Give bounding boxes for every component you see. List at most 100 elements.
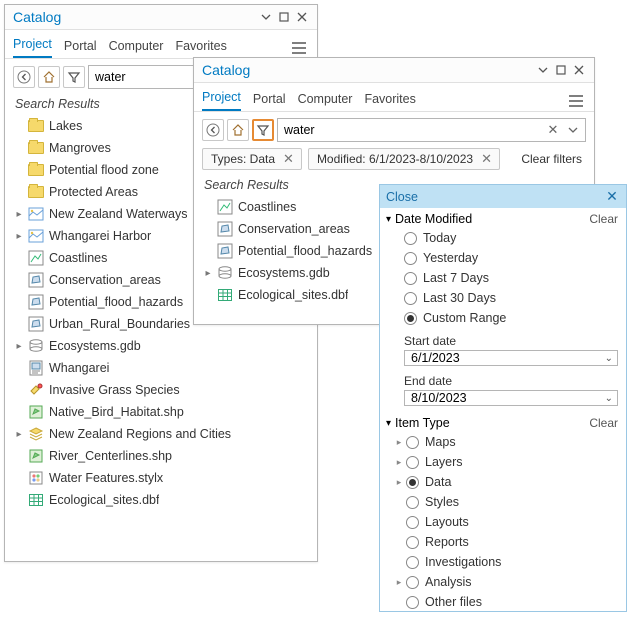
hamburger-icon[interactable] xyxy=(291,41,309,58)
toolbar: ✕ xyxy=(194,112,594,148)
item-label: Potential_flood_hazards xyxy=(49,295,183,309)
item-type-section[interactable]: ▾ Item Type Clear xyxy=(380,412,626,432)
result-item[interactable]: Water Features.stylx xyxy=(9,467,313,489)
back-button[interactable] xyxy=(13,66,35,88)
item-label: Whangarei xyxy=(49,361,109,375)
close-icon[interactable] xyxy=(570,61,588,79)
tab-portal[interactable]: Portal xyxy=(253,89,286,111)
section-title: Item Type xyxy=(395,416,450,430)
type-option[interactable]: Investigations xyxy=(380,552,626,572)
close-icon[interactable] xyxy=(293,8,311,26)
expand-icon[interactable]: ▸ xyxy=(13,209,25,220)
tab-project[interactable]: Project xyxy=(13,34,52,58)
date-option[interactable]: Last 7 Days xyxy=(380,268,626,288)
date-option[interactable]: Custom Range xyxy=(380,308,626,328)
home-button[interactable] xyxy=(227,119,249,141)
type-option[interactable]: Layouts xyxy=(380,512,626,532)
filter-button[interactable] xyxy=(63,66,85,88)
option-label: Investigations xyxy=(425,555,501,569)
popup-close-icon[interactable]: ✕ xyxy=(604,188,620,205)
item-label: Ecological_sites.dbf xyxy=(238,288,348,302)
result-item[interactable]: ▸Ecosystems.gdb xyxy=(9,335,313,357)
caret-down-icon: ▾ xyxy=(386,214,391,225)
result-item[interactable]: Whangarei xyxy=(9,357,313,379)
item-label: Ecosystems.gdb xyxy=(238,266,330,280)
maximize-icon[interactable] xyxy=(552,61,570,79)
search-input-container: ✕ xyxy=(277,118,586,142)
date-modified-section[interactable]: ▾ Date Modified Clear xyxy=(380,208,626,228)
result-item[interactable]: Native_Bird_Habitat.shp xyxy=(9,401,313,423)
clear-search-icon[interactable]: ✕ xyxy=(543,120,563,140)
clear-date-button[interactable]: Clear xyxy=(589,212,618,226)
filter-chip-types[interactable]: Types: Data ✕ xyxy=(202,148,302,170)
clear-filters-button[interactable]: Clear filters xyxy=(517,150,586,168)
type-option[interactable]: Styles xyxy=(380,492,626,512)
expand-icon[interactable]: ▸ xyxy=(394,437,404,448)
result-item[interactable]: Ecological_sites.dbf xyxy=(9,489,313,511)
radio-icon xyxy=(404,312,417,325)
type-options: ▸ Maps ▸Layers▸Data Styles LayoutsReports Inv… xyxy=(380,432,626,612)
type-option[interactable]: ▸Data xyxy=(380,472,626,492)
end-date-value: 8/10/2023 xyxy=(411,391,605,405)
layout-icon xyxy=(27,359,45,377)
home-button[interactable] xyxy=(38,66,60,88)
chip-remove-icon[interactable]: ✕ xyxy=(280,151,297,167)
filter-chip-row: Types: Data ✕ Modified: 6/1/2023‑8/10/202… xyxy=(194,148,594,176)
date-option[interactable]: Yesterday xyxy=(380,248,626,268)
option-label: Maps xyxy=(425,435,456,449)
item-label: Water Features.stylx xyxy=(49,471,163,485)
expand-icon[interactable]: ▸ xyxy=(13,429,25,440)
poly-fc-icon xyxy=(27,315,45,333)
expand-icon[interactable]: ▸ xyxy=(394,577,404,588)
search-input[interactable] xyxy=(284,123,543,137)
section-title: Date Modified xyxy=(395,212,472,226)
expand-icon[interactable]: ▸ xyxy=(394,477,404,488)
expand-icon[interactable]: ▸ xyxy=(13,231,25,242)
type-option[interactable]: ▸Layers xyxy=(380,452,626,472)
expand-icon[interactable]: ▸ xyxy=(13,341,25,352)
start-date-combo[interactable]: 6/1/2023 ⌄ xyxy=(404,350,618,366)
result-item[interactable]: Invasive Grass Species xyxy=(9,379,313,401)
result-item[interactable]: River_Centerlines.shp xyxy=(9,445,313,467)
chip-remove-icon[interactable]: ✕ xyxy=(478,151,495,167)
table-icon xyxy=(216,286,234,304)
dropdown-icon[interactable] xyxy=(257,8,275,26)
poly-fc-icon xyxy=(216,242,234,260)
pane-titlebar: Catalog xyxy=(194,58,594,83)
search-dropdown-icon[interactable] xyxy=(563,120,583,140)
radio-icon xyxy=(406,516,419,529)
tab-favorites[interactable]: Favorites xyxy=(364,89,415,111)
item-label: Potential flood zone xyxy=(49,163,159,177)
type-option[interactable]: ▸Analysis xyxy=(380,572,626,592)
date-option[interactable]: Today xyxy=(380,228,626,248)
radio-icon xyxy=(406,496,419,509)
type-option[interactable]: ▸ Maps xyxy=(380,432,626,452)
item-label: New Zealand Waterways xyxy=(49,207,187,221)
filter-button-active[interactable] xyxy=(252,119,274,141)
layers-icon xyxy=(27,425,45,443)
dropdown-icon: ⌄ xyxy=(605,353,613,364)
back-button[interactable] xyxy=(202,119,224,141)
type-option[interactable]: Other files xyxy=(380,592,626,612)
date-option[interactable]: Last 30 Days xyxy=(380,288,626,308)
end-date-combo[interactable]: 8/10/2023 ⌄ xyxy=(404,390,618,406)
type-option[interactable]: Reports xyxy=(380,532,626,552)
clear-type-button[interactable]: Clear xyxy=(589,416,618,430)
dropdown-icon[interactable] xyxy=(534,61,552,79)
popup-close-label[interactable]: Close xyxy=(386,190,418,204)
option-label: Styles xyxy=(425,495,459,509)
filter-chip-modified[interactable]: Modified: 6/1/2023‑8/10/2023✕ xyxy=(308,148,500,170)
radio-icon xyxy=(406,576,419,589)
hamburger-icon[interactable] xyxy=(568,94,586,111)
tab-computer[interactable]: Computer xyxy=(298,89,353,111)
result-item[interactable]: ▸New Zealand Regions and Cities xyxy=(9,423,313,445)
radio-icon xyxy=(406,476,419,489)
chip-label: Types: Data xyxy=(211,152,275,166)
tab-computer[interactable]: Computer xyxy=(109,36,164,58)
tab-favorites[interactable]: Favorites xyxy=(175,36,226,58)
tab-portal[interactable]: Portal xyxy=(64,36,97,58)
expand-icon[interactable]: ▸ xyxy=(202,268,214,279)
maximize-icon[interactable] xyxy=(275,8,293,26)
tab-project[interactable]: Project xyxy=(202,87,241,111)
expand-icon[interactable]: ▸ xyxy=(394,457,404,468)
